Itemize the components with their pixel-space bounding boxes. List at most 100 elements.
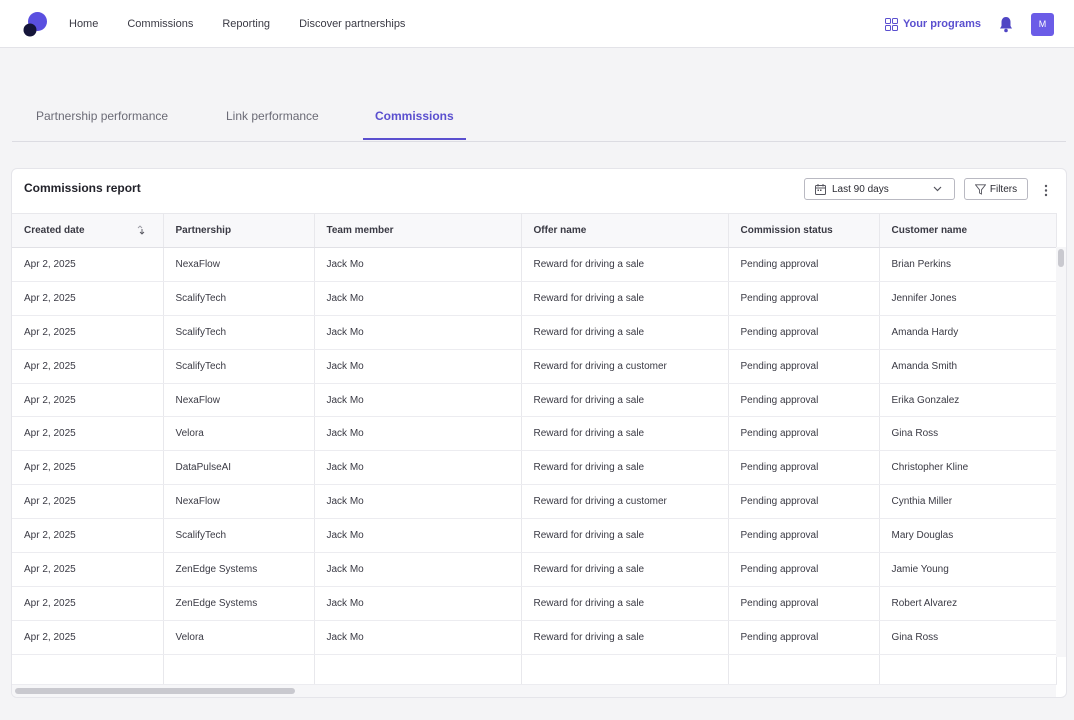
table-cell: Apr 2, 2025 xyxy=(12,620,164,655)
table-row[interactable]: Apr 2, 2025 ScalifyTech Jack Mo Reward for … xyxy=(12,315,1057,350)
table-cell: ScalifyTech xyxy=(163,518,315,554)
filters-label: Filters xyxy=(989,183,1018,195)
table-cell: DataPulseAI xyxy=(163,450,315,486)
nav-commissions[interactable]: Commissions xyxy=(127,18,193,30)
table-cell: Apr 2, 2025 xyxy=(12,349,164,384)
horizontal-scrollbar[interactable] xyxy=(12,685,1056,697)
nav-discover-partnerships[interactable]: Discover partnerships xyxy=(299,18,405,30)
table-cell: Mary Douglas xyxy=(879,518,1057,554)
table-cell: Velora xyxy=(163,416,315,452)
table-cell: Jack Mo xyxy=(314,620,522,655)
column-header-offer-name[interactable]: Offer name xyxy=(521,213,729,248)
chevron-down-icon xyxy=(933,186,942,192)
table-row[interactable]: Apr 2, 2025 NexaFlow Jack Mo Reward for dri… xyxy=(12,383,1057,418)
table-cell: Apr 2, 2025 xyxy=(12,247,164,282)
table-row-empty xyxy=(12,654,1057,685)
table-cell: Pending approval xyxy=(728,247,880,282)
tab-link-performance[interactable]: Link performance xyxy=(226,109,319,123)
table-cell: Jack Mo xyxy=(314,518,522,554)
table-cell: Reward for driving a sale xyxy=(521,383,729,418)
nav-reporting[interactable]: Reporting xyxy=(222,18,270,30)
table-row[interactable]: Apr 2, 2025 ScalifyTech Jack Mo Reward for … xyxy=(12,281,1057,316)
table-cell: Jack Mo xyxy=(314,484,522,520)
table-cell: Gina Ross xyxy=(879,620,1057,655)
table-cell: Pending approval xyxy=(728,281,880,316)
table-row[interactable]: Apr 2, 2025 ZenEdge Systems Jack Mo Reward … xyxy=(12,552,1057,587)
table-cell: Amanda Smith xyxy=(879,349,1057,384)
table-cell: Reward for driving a sale xyxy=(521,518,729,554)
table-cell: Reward for driving a sale xyxy=(521,281,729,316)
table-row[interactable]: Apr 2, 2025 NexaFlow Jack Mo Reward for dri… xyxy=(12,247,1057,282)
table-cell: Jack Mo xyxy=(314,247,522,282)
table-cell: Pending approval xyxy=(728,552,880,587)
table-cell: NexaFlow xyxy=(163,383,315,418)
your-programs-button[interactable]: Your programs xyxy=(884,17,981,31)
table-cell: Jack Mo xyxy=(314,281,522,316)
table-cell: Velora xyxy=(163,620,315,655)
table-cell: Reward for driving a sale xyxy=(521,416,729,452)
column-header-created-date[interactable]: Created date xyxy=(12,213,164,248)
table-cell: Jack Mo xyxy=(314,315,522,350)
table-row[interactable]: Apr 2, 2025 ScalifyTech Jack Mo Reward for … xyxy=(12,349,1057,384)
tab-partnership-performance[interactable]: Partnership performance xyxy=(36,109,168,123)
horizontal-scroll-thumb[interactable] xyxy=(15,688,295,694)
table-row[interactable]: Apr 2, 2025 NexaFlow Jack Mo Reward for dri… xyxy=(12,484,1057,520)
app-logo-icon[interactable] xyxy=(21,10,49,38)
calendar-icon xyxy=(815,183,826,195)
table-row[interactable]: Apr 2, 2025 Velora Jack Mo Reward for drivi… xyxy=(12,416,1057,452)
report-title: Commissions report xyxy=(24,181,141,195)
main-nav: Home Commissions Reporting Discover part… xyxy=(69,0,434,48)
table-cell-empty xyxy=(12,654,164,685)
table-cell: Apr 2, 2025 xyxy=(12,416,164,452)
table-cell: Apr 2, 2025 xyxy=(12,484,164,520)
vertical-scrollbar[interactable] xyxy=(1056,247,1066,657)
table-cell: Gina Ross xyxy=(879,416,1057,452)
table-cell: Christopher Kline xyxy=(879,450,1057,486)
column-header-customer-name[interactable]: Customer name xyxy=(879,213,1057,248)
active-tab-indicator xyxy=(363,138,466,140)
table-row[interactable]: Apr 2, 2025 ScalifyTech Jack Mo Reward for … xyxy=(12,518,1057,554)
tab-commissions[interactable]: Commissions xyxy=(375,109,454,123)
commissions-report-card: Commissions report Last 90 days Filters xyxy=(11,168,1067,698)
grid-icon xyxy=(884,17,898,31)
table-cell: Apr 2, 2025 xyxy=(12,586,164,621)
table-cell: Jack Mo xyxy=(314,383,522,418)
table-cell: Pending approval xyxy=(728,349,880,384)
table-row[interactable]: Apr 2, 2025 DataPulseAI Jack Mo Reward for … xyxy=(12,450,1057,486)
table-row[interactable]: Apr 2, 2025 ZenEdge Systems Jack Mo Reward … xyxy=(12,586,1057,621)
column-header-partnership[interactable]: Partnership xyxy=(163,213,315,248)
nav-home[interactable]: Home xyxy=(69,18,98,30)
table-cell: Pending approval xyxy=(728,620,880,655)
table-cell-empty xyxy=(521,654,729,685)
table-cell: Brian Perkins xyxy=(879,247,1057,282)
filters-button[interactable]: Filters xyxy=(964,178,1028,200)
table-cell: Reward for driving a sale xyxy=(521,247,729,282)
table-cell: Apr 2, 2025 xyxy=(12,450,164,486)
table-cell: Apr 2, 2025 xyxy=(12,383,164,418)
table-cell: Pending approval xyxy=(728,416,880,452)
table-cell: Reward for driving a sale xyxy=(521,315,729,350)
column-header-commission-status[interactable]: Commission status xyxy=(728,213,880,248)
table-cell: Pending approval xyxy=(728,518,880,554)
table-cell: Jack Mo xyxy=(314,586,522,621)
commissions-table: Created date Partnership Team member Off… xyxy=(12,213,1057,685)
top-navigation-bar: Home Commissions Reporting Discover part… xyxy=(0,0,1074,48)
sort-icon[interactable] xyxy=(136,224,146,236)
table-cell: Reward for driving a sale xyxy=(521,586,729,621)
table-cell: Pending approval xyxy=(728,383,880,418)
table-cell: Robert Alvarez xyxy=(879,586,1057,621)
table-cell-empty xyxy=(728,654,880,685)
vertical-scroll-thumb[interactable] xyxy=(1058,249,1064,267)
table-cell: Cynthia Miller xyxy=(879,484,1057,520)
table-cell-empty xyxy=(314,654,522,685)
table-cell: Pending approval xyxy=(728,484,880,520)
table-cell: Jamie Young xyxy=(879,552,1057,587)
column-header-team-member[interactable]: Team member xyxy=(314,213,522,248)
notifications-bell-icon[interactable] xyxy=(997,15,1015,33)
table-cell: Jack Mo xyxy=(314,416,522,452)
table-row[interactable]: Apr 2, 2025 Velora Jack Mo Reward for drivi… xyxy=(12,620,1057,655)
date-range-dropdown[interactable]: Last 90 days xyxy=(804,178,955,200)
more-options-icon[interactable] xyxy=(1040,181,1052,199)
user-avatar[interactable]: M xyxy=(1031,12,1054,36)
table-cell: ZenEdge Systems xyxy=(163,552,315,587)
